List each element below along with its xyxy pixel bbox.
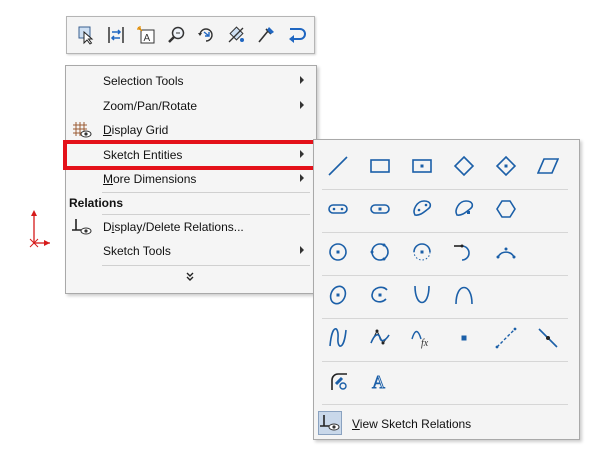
3-point-center-rectangle-icon[interactable]: [490, 150, 522, 182]
select-icon[interactable]: [71, 20, 101, 50]
submenu-arrow-icon: [300, 174, 304, 182]
submenu-arrow-icon: [300, 101, 304, 109]
double-chevron-down-icon[interactable]: [184, 271, 196, 286]
menu-item-label: splay/Delete Relations...: [114, 220, 244, 234]
menu-item-label: ore Dimensions: [113, 172, 197, 186]
submenu-arrow-icon: [300, 246, 304, 254]
rotate-view-icon[interactable]: [191, 20, 221, 50]
relations-eye-icon: [72, 218, 92, 239]
row-separator: [322, 361, 568, 362]
centerpoint-arc-icon[interactable]: [406, 236, 438, 268]
polygon-icon[interactable]: [490, 193, 522, 225]
menu-item-display-delete-relations[interactable]: Display/Delete Relations...: [66, 215, 316, 239]
svg-text:A: A: [372, 372, 385, 392]
menu-item-zoom-pan-rotate[interactable]: Zoom/Pan/Rotate: [66, 94, 316, 118]
view-sketch-relations-label: iew Sketch Relations: [359, 417, 472, 431]
mnemonic: M: [103, 172, 113, 186]
menu-separator: [102, 265, 310, 266]
menu-item-sketch-tools[interactable]: Sketch Tools: [66, 239, 316, 263]
row-separator: [322, 318, 568, 319]
style-spline-icon[interactable]: [364, 322, 396, 354]
menu-separator: [102, 192, 310, 193]
spline-icon[interactable]: [322, 322, 354, 354]
mnemonic: V: [352, 417, 360, 431]
menu-item-more-dimensions[interactable]: More Dimensions: [66, 167, 316, 191]
circle-icon[interactable]: [322, 236, 354, 268]
context-menu: Selection Tools Zoom/Pan/Rotate Display …: [65, 65, 317, 294]
menu-item-label: Zoom/Pan/Rotate: [103, 99, 198, 113]
centerline-icon[interactable]: [490, 322, 522, 354]
partial-ellipse-icon[interactable]: [364, 279, 396, 311]
midpoint-line-icon[interactable]: [532, 322, 564, 354]
text-icon[interactable]: A: [364, 365, 396, 397]
perimeter-circle-icon[interactable]: [364, 236, 396, 268]
view-sketch-relations-button[interactable]: View Sketch Relations: [318, 411, 568, 437]
row-separator: [322, 275, 568, 276]
row-separator: [322, 232, 568, 233]
centerpoint-straight-slot-icon[interactable]: [364, 193, 396, 225]
row-separator: [322, 189, 568, 190]
zoom-icon[interactable]: [161, 20, 191, 50]
3-point-arc-slot-icon[interactable]: [406, 193, 438, 225]
center-rectangle-icon[interactable]: [406, 150, 438, 182]
menu-item-selection-tools[interactable]: Selection Tools: [66, 69, 316, 93]
3-point-arc-icon[interactable]: [490, 236, 522, 268]
undo-icon[interactable]: [281, 20, 311, 50]
line-icon[interactable]: [322, 150, 354, 182]
parallelogram-icon[interactable]: [532, 150, 564, 182]
sketch-entities-submenu: fx A View Sketch Relations: [313, 139, 580, 440]
view-relations-icon: [318, 411, 342, 435]
svg-text:A: A: [144, 33, 151, 44]
mnemonic: D: [103, 123, 112, 137]
parabola-icon[interactable]: [406, 279, 438, 311]
highlight-box: [63, 140, 317, 170]
menu-item-label: D: [103, 220, 112, 234]
row-separator: [322, 404, 568, 405]
equation-driven-curve-icon[interactable]: fx: [406, 322, 438, 354]
svg-text:fx: fx: [421, 338, 429, 349]
dimension-icon[interactable]: [101, 20, 131, 50]
submenu-arrow-icon: [300, 76, 304, 84]
relations-icon[interactable]: [221, 20, 251, 50]
context-toolbar: A: [66, 16, 315, 54]
menu-item-label: Sketch Tools: [103, 244, 171, 258]
smart-text-icon[interactable]: A: [131, 20, 161, 50]
point-icon[interactable]: [448, 322, 480, 354]
menu-item-label: Selection Tools: [103, 74, 184, 88]
corner-rectangle-icon[interactable]: [364, 150, 396, 182]
origin-icon: [29, 210, 50, 248]
3-point-corner-rectangle-icon[interactable]: [448, 150, 480, 182]
ellipse-icon[interactable]: [322, 279, 354, 311]
fillet-chamfer-icon[interactable]: [322, 365, 354, 397]
section-heading-relations: Relations: [69, 196, 124, 210]
grid-icon: [72, 121, 92, 142]
centerpoint-arc-slot-icon[interactable]: [448, 193, 480, 225]
sketch-icon[interactable]: [251, 20, 281, 50]
tangent-arc-icon[interactable]: [448, 236, 480, 268]
menu-item-display-grid[interactable]: Display Grid: [66, 118, 316, 142]
straight-slot-icon[interactable]: [322, 193, 354, 225]
menu-item-label: isplay Grid: [111, 123, 169, 137]
conic-icon[interactable]: [448, 279, 480, 311]
